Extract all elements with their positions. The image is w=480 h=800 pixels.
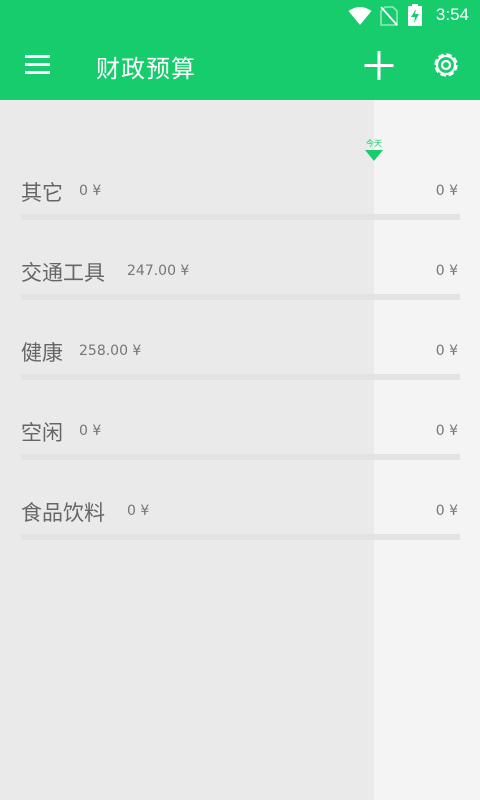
category-spent: 0 ¥	[79, 183, 102, 199]
app-bar: 财政预算	[0, 32, 480, 100]
budget-list: 今天 其它 0 ¥ 0 ¥ 交通工具 247.00 ¥ 0 ¥ 健康 258.0…	[0, 100, 480, 800]
category-budget: 0 ¥	[435, 503, 458, 519]
category-name: 健康	[21, 341, 63, 365]
battery-charging-icon	[408, 4, 422, 26]
category-name: 空闲	[21, 421, 63, 445]
category-budget: 0 ¥	[435, 183, 458, 199]
category-budget: 0 ¥	[435, 423, 458, 439]
today-marker: 今天	[362, 138, 386, 164]
progress-bar	[21, 454, 460, 460]
add-button[interactable]	[357, 44, 401, 88]
category-spent: 247.00 ¥	[127, 263, 190, 279]
settings-button[interactable]	[424, 44, 468, 88]
no-sim-icon	[380, 6, 398, 26]
wifi-icon	[348, 7, 372, 25]
settings-icon	[434, 53, 458, 77]
category-name: 食品饮料	[21, 501, 105, 525]
today-pointer-icon	[365, 150, 383, 161]
menu-icon	[25, 55, 50, 74]
category-spent: 0 ¥	[79, 423, 102, 439]
category-budget: 0 ¥	[435, 263, 458, 279]
add-icon	[364, 51, 394, 80]
clock: 3:54	[435, 5, 469, 24]
progress-bar	[21, 294, 460, 300]
budget-row-other[interactable]: 其它 0 ¥ 0 ¥	[0, 177, 480, 257]
status-bar: 3:54	[0, 0, 480, 32]
budget-screen: 3:54 财政预算 今天 其它 0 ¥ 0 ¥ 交通工具 247.00 ¥ 0 …	[0, 0, 480, 800]
progress-bar	[21, 214, 460, 220]
menu-button[interactable]	[15, 44, 59, 88]
progress-bar	[21, 374, 460, 380]
category-spent: 258.00 ¥	[79, 343, 142, 359]
budget-row-food[interactable]: 食品饮料 0 ¥ 0 ¥	[0, 497, 480, 577]
category-name: 其它	[21, 181, 63, 205]
today-label: 今天	[366, 139, 382, 148]
category-spent: 0 ¥	[127, 503, 150, 519]
category-name: 交通工具	[21, 261, 105, 285]
progress-bar	[21, 534, 460, 540]
budget-row-transport[interactable]: 交通工具 247.00 ¥ 0 ¥	[0, 257, 480, 337]
page-title: 财政预算	[96, 55, 196, 83]
budget-row-leisure[interactable]: 空闲 0 ¥ 0 ¥	[0, 417, 480, 497]
budget-row-health[interactable]: 健康 258.00 ¥ 0 ¥	[0, 337, 480, 417]
category-budget: 0 ¥	[435, 343, 458, 359]
